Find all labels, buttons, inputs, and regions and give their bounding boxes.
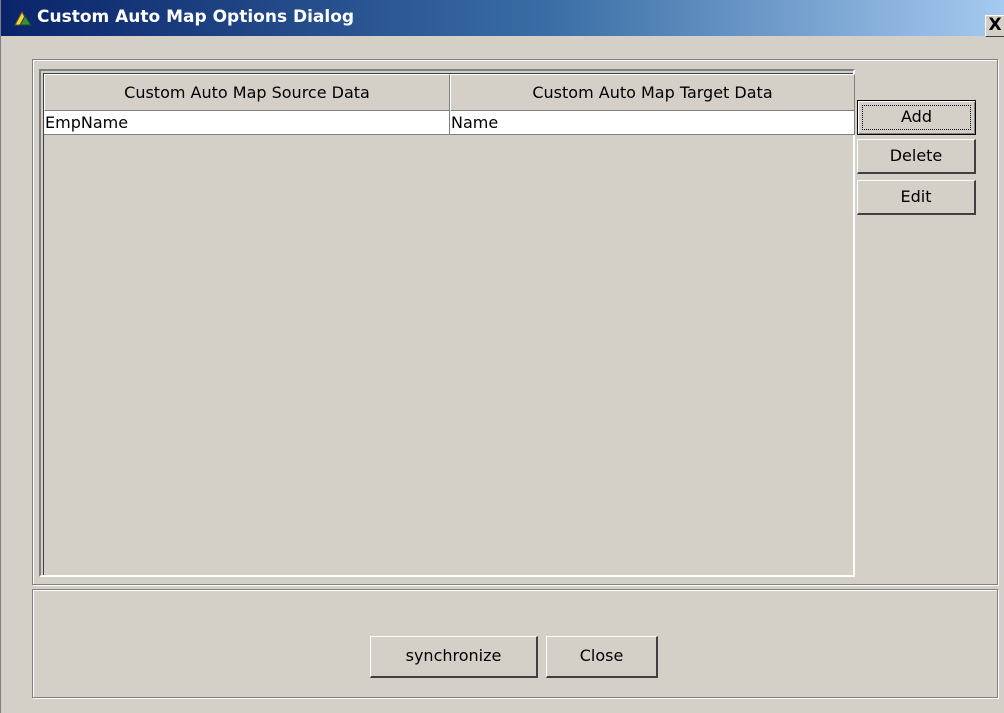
- delete-button[interactable]: Delete: [857, 139, 976, 174]
- column-header-source[interactable]: Custom Auto Map Source Data: [44, 74, 450, 111]
- add-button-label: Add: [901, 107, 932, 126]
- table-cell-target[interactable]: Name: [450, 111, 855, 135]
- window-title: Custom Auto Map Options Dialog: [37, 7, 355, 27]
- edit-button-label: Edit: [900, 187, 932, 206]
- close-button[interactable]: Close: [546, 636, 658, 678]
- dialog-window: Custom Auto Map Options Dialog X Custom …: [0, 0, 1004, 713]
- add-button[interactable]: Add: [857, 100, 976, 135]
- table-cell-source[interactable]: EmpName: [44, 111, 450, 135]
- synchronize-button[interactable]: synchronize: [370, 636, 538, 678]
- mapping-table-body: Custom Auto Map Source Data Custom Auto …: [43, 73, 855, 575]
- edit-button[interactable]: Edit: [857, 180, 976, 215]
- close-icon[interactable]: X: [985, 15, 1004, 37]
- mapping-table: Custom Auto Map Source Data Custom Auto …: [39, 69, 855, 577]
- app-icon: [14, 10, 32, 26]
- delete-button-label: Delete: [889, 146, 943, 165]
- column-header-target[interactable]: Custom Auto Map Target Data: [450, 74, 855, 111]
- title-bar[interactable]: Custom Auto Map Options Dialog X: [1, 0, 1004, 37]
